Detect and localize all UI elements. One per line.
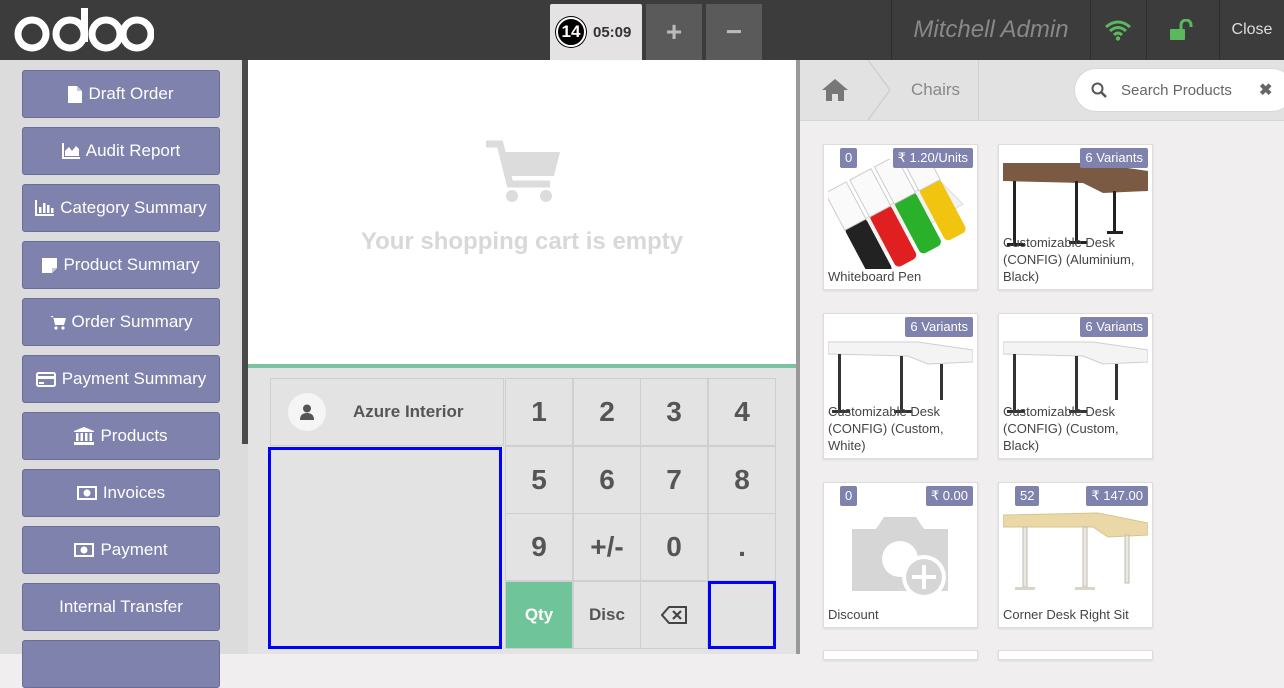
odoo-logo: [14, 8, 154, 52]
numpad-key-4[interactable]: 4: [708, 378, 776, 446]
internal-transfer-button[interactable]: Internal Transfer: [22, 583, 220, 631]
backspace-button[interactable]: [640, 581, 708, 649]
search-icon: [1091, 82, 1107, 98]
price-badge: ₹ 1.20/Units: [892, 148, 973, 168]
product-name: Corner Desk Right Sit: [1003, 607, 1129, 622]
numpad-key-5[interactable]: 5: [505, 446, 573, 514]
close-button[interactable]: Close: [1220, 0, 1284, 60]
order-time: 05:09: [593, 23, 632, 41]
product-card[interactable]: 6 Variants Customizable Desk (CONFIG) (C…: [823, 313, 978, 459]
add-order-button[interactable]: +: [646, 4, 702, 60]
product-card[interactable]: 6 Variants Customizable Desk (CONFIG) (C…: [998, 313, 1153, 459]
invoices-button[interactable]: Invoices: [22, 469, 220, 517]
numpad-key-9[interactable]: 9: [505, 513, 573, 581]
shopping-cart-icon: [486, 140, 560, 202]
sidebar-item-label: Products: [100, 426, 168, 445]
sidebar-item-label: Payment: [100, 540, 168, 559]
backspace-icon: [661, 606, 687, 624]
order-summary-button[interactable]: Order Summary: [22, 298, 220, 346]
home-icon: [822, 79, 848, 101]
numpad-key-1[interactable]: 1: [505, 378, 573, 446]
numpad-key-sign[interactable]: +/-: [573, 513, 641, 581]
bar-chart-icon: [35, 200, 55, 216]
sidebar-item-label: Product Summary: [63, 255, 200, 274]
numpad-key-8[interactable]: 8: [708, 446, 776, 514]
stock-badge: 0: [840, 486, 858, 506]
customer-name: Azure Interior: [353, 402, 464, 421]
search-box[interactable]: Search Products ✖: [1074, 68, 1284, 112]
numpad-key-6[interactable]: 6: [573, 446, 641, 514]
price-badge: ₹ 147.00: [1086, 486, 1148, 506]
payment-button[interactable]: Payment: [22, 526, 220, 574]
product-name: Customizable Desk (CONFIG) (Aluminium, B…: [1003, 235, 1135, 284]
product-card[interactable]: 0 ₹ 1.20/Units Whiteboard Pen: [823, 144, 978, 290]
stock-badge: 0: [840, 148, 858, 168]
sidebar-item-label: Draft Order: [88, 84, 174, 103]
sidebar-item-label: Payment Summary: [61, 369, 207, 388]
price-badge: ₹ 0.00: [925, 486, 973, 506]
sidebar-item-label: Audit Report: [85, 141, 181, 160]
corner-desk-image: [1003, 512, 1148, 590]
product-card[interactable]: 6 Variants Customizable Desk (CONFIG) (A…: [998, 144, 1153, 290]
area-chart-icon: [61, 143, 80, 159]
product-name: Discount: [828, 607, 879, 622]
product-name: Customizable Desk (CONFIG) (Custom, Whit…: [828, 404, 944, 453]
product-card[interactable]: 52 ₹ 147.00 Corner Desk Right Sit: [998, 482, 1153, 628]
stock-badge: 52: [1015, 486, 1040, 506]
products-button[interactable]: Products: [22, 412, 220, 460]
numpad-price-mode[interactable]: [708, 581, 776, 649]
money-icon: [76, 486, 97, 500]
order-tab[interactable]: 14 05:09: [550, 4, 642, 60]
clear-search-icon[interactable]: ✖: [1259, 80, 1272, 100]
sidebar-item-label: Invoices: [102, 483, 166, 502]
numpad-key-2[interactable]: 2: [573, 378, 641, 446]
sidebar-item-label: Order Summary: [71, 312, 193, 331]
product-summary-button[interactable]: Product Summary: [22, 241, 220, 289]
product-card[interactable]: 0 ₹ 0.00 Discount: [823, 482, 978, 628]
numpad-key-decimal[interactable]: .: [708, 513, 776, 581]
money-icon: [74, 543, 95, 557]
user-icon: [288, 393, 326, 431]
camera-placeholder-icon: [852, 517, 948, 597]
unlock-icon[interactable]: [1146, 0, 1218, 60]
sidebar-item-label: Internal Transfer: [59, 597, 183, 616]
user-name: Mitchell Admin: [913, 16, 1069, 43]
cart-icon: [49, 315, 66, 330]
category-summary-button[interactable]: Category Summary: [22, 184, 220, 232]
numpad-key-7[interactable]: 7: [640, 446, 708, 514]
wifi-icon[interactable]: [1090, 0, 1146, 60]
numpad-key-3[interactable]: 3: [640, 378, 708, 446]
sticky-note-icon: [42, 257, 58, 273]
remove-order-button[interactable]: −: [706, 4, 762, 60]
search-input[interactable]: Search Products: [1121, 82, 1232, 99]
audit-report-button[interactable]: Audit Report: [22, 127, 220, 175]
numpad-qty-mode[interactable]: Qty: [505, 581, 573, 649]
variants-badge: 6 Variants: [1080, 148, 1148, 168]
product-card[interactable]: [823, 650, 978, 660]
whiteboard-pen-image: [828, 159, 966, 269]
sidebar-item-label: Category Summary: [60, 198, 207, 217]
payment-summary-button[interactable]: Payment Summary: [22, 355, 220, 403]
top-bar: 14 05:09 + − Mitchell Admin Close: [0, 0, 1284, 60]
product-name: Whiteboard Pen: [828, 269, 922, 284]
home-button[interactable]: [800, 60, 870, 120]
product-name: Customizable Desk (CONFIG) (Custom, Blac…: [1003, 404, 1119, 453]
numpad-disc-mode[interactable]: Disc: [573, 581, 641, 649]
credit-card-icon: [35, 371, 56, 387]
order-cart: Your shopping cart is empty: [248, 60, 796, 364]
customer-button[interactable]: Azure Interior: [270, 378, 504, 446]
sidebar-item-more[interactable]: [22, 640, 220, 688]
file-icon: [68, 85, 83, 103]
payment-button-area[interactable]: [268, 447, 502, 649]
variants-badge: 6 Variants: [905, 317, 973, 337]
breadcrumb-separator-icon: [868, 60, 891, 120]
empty-cart-message: Your shopping cart is empty: [360, 228, 684, 255]
product-card[interactable]: [998, 650, 1153, 660]
numpad-key-0[interactable]: 0: [640, 513, 708, 581]
draft-order-button[interactable]: Draft Order: [22, 70, 220, 118]
breadcrumb-category[interactable]: Chairs: [893, 60, 979, 120]
variants-badge: 6 Variants: [1080, 317, 1148, 337]
order-number: 14: [556, 17, 586, 47]
bank-icon: [74, 427, 95, 445]
